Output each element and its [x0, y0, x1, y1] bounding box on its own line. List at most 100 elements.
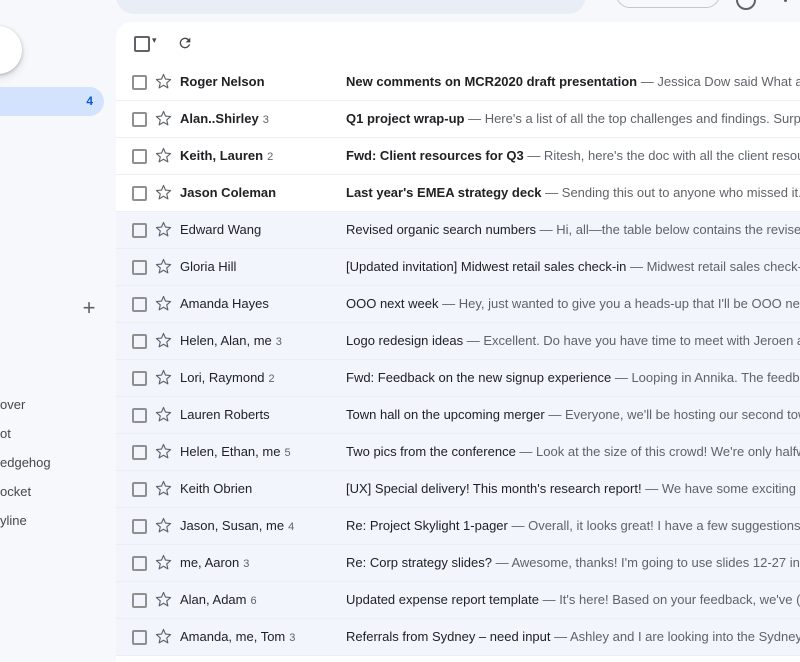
- star-icon[interactable]: [155, 628, 172, 645]
- email-content: Fwd: Client resources for Q3 — Ritesh, h…: [346, 148, 800, 163]
- star-icon[interactable]: [155, 110, 172, 127]
- star-icon[interactable]: [155, 406, 172, 423]
- email-content: Referrals from Sydney – need input — Ash…: [346, 629, 800, 644]
- star-icon[interactable]: [155, 73, 172, 90]
- email-row[interactable]: me, Aaron3Re: Corp strategy slides? — Aw…: [116, 545, 800, 582]
- email-subject: Two pics from the conference: [346, 444, 516, 459]
- label-item[interactable]: edgehog: [0, 455, 51, 470]
- email-sender: Edward Wang: [180, 222, 340, 237]
- label-item[interactable]: ocket: [0, 484, 31, 499]
- email-row[interactable]: Amanda HayesOOO next week — Hey, just wa…: [116, 286, 800, 323]
- row-checkbox[interactable]: [132, 75, 147, 90]
- email-row[interactable]: Jason, Susan, me4Re: Project Skylight 1-…: [116, 508, 800, 545]
- star-icon[interactable]: [155, 369, 172, 386]
- compose-button[interactable]: [0, 26, 22, 74]
- search-bar[interactable]: [116, 0, 586, 14]
- star-icon[interactable]: [155, 517, 172, 534]
- settings-icon[interactable]: [784, 0, 787, 2]
- row-checkbox[interactable]: [132, 519, 147, 534]
- select-all-checkbox[interactable]: [134, 36, 150, 52]
- email-snippet: — Awesome, thanks! I'm going to use slid…: [492, 555, 800, 570]
- sender-name: Helen, Alan, me: [180, 333, 272, 348]
- status-button[interactable]: [616, 0, 720, 8]
- star-icon[interactable]: [155, 258, 172, 275]
- select-menu-chevron-icon[interactable]: ▾: [152, 35, 157, 46]
- email-row[interactable]: Keith Obrien[UX] Special delivery! This …: [116, 471, 800, 508]
- thread-count: 3: [263, 114, 269, 126]
- sidebar-item-inbox[interactable]: 4: [0, 87, 104, 116]
- email-sender: Lori, Raymond2: [180, 370, 340, 385]
- thread-count: 3: [289, 632, 295, 644]
- row-checkbox[interactable]: [132, 371, 147, 386]
- email-snippet: — Excellent. Do have you have time to me…: [463, 333, 800, 348]
- star-icon[interactable]: [155, 554, 172, 571]
- thread-count: 4: [288, 521, 294, 533]
- row-checkbox[interactable]: [132, 593, 147, 608]
- email-content: Last year's EMEA strategy deck — Sending…: [346, 185, 800, 200]
- add-label-icon[interactable]: +: [80, 299, 98, 317]
- star-icon[interactable]: [155, 591, 172, 608]
- email-content: Logo redesign ideas — Excellent. Do have…: [346, 333, 800, 348]
- label-item[interactable]: over: [0, 397, 25, 412]
- email-subject: Revised organic search numbers: [346, 222, 536, 237]
- email-snippet: — Everyone, we'll be hosting our second …: [545, 407, 800, 422]
- row-checkbox[interactable]: [132, 260, 147, 275]
- row-checkbox[interactable]: [132, 297, 147, 312]
- row-checkbox[interactable]: [132, 445, 147, 460]
- sender-name: Keith, Lauren: [180, 148, 263, 163]
- row-checkbox[interactable]: [132, 408, 147, 423]
- email-row[interactable]: Helen, Alan, me3Logo redesign ideas — Ex…: [116, 323, 800, 360]
- star-icon[interactable]: [155, 295, 172, 312]
- email-content: New comments on MCR2020 draft presentati…: [346, 74, 800, 89]
- email-row[interactable]: Lori, Raymond2 Fwd: Feedback on the new s…: [116, 360, 800, 397]
- thread-count: 6: [251, 595, 257, 607]
- inbox-unread-count: 4: [86, 94, 93, 108]
- email-row[interactable]: Jason ColemanLast year's EMEA strategy d…: [116, 175, 800, 212]
- label-item[interactable]: ot: [0, 426, 11, 441]
- star-icon[interactable]: [155, 480, 172, 497]
- label-item[interactable]: yline: [0, 513, 27, 528]
- row-checkbox[interactable]: [132, 223, 147, 238]
- star-icon[interactable]: [155, 443, 172, 460]
- email-sender: Lauren Roberts: [180, 407, 340, 422]
- email-row[interactable]: Keith, Lauren2Fwd: Client resources for …: [116, 138, 800, 175]
- row-checkbox[interactable]: [132, 334, 147, 349]
- email-row[interactable]: Roger NelsonNew comments on MCR2020 draf…: [116, 64, 800, 101]
- email-row[interactable]: Alan..Shirley3Q1 project wrap-up — Here'…: [116, 101, 800, 138]
- email-row[interactable]: Helen, Ethan, me5Two pics from the confe…: [116, 434, 800, 471]
- row-checkbox[interactable]: [132, 149, 147, 164]
- help-icon[interactable]: [736, 0, 756, 10]
- email-subject: Logo redesign ideas: [346, 333, 463, 348]
- star-icon[interactable]: [155, 221, 172, 238]
- star-icon[interactable]: [155, 332, 172, 349]
- email-snippet: — Ritesh, here's the doc with all the cl…: [524, 148, 800, 163]
- thread-count: 5: [284, 447, 290, 459]
- row-checkbox[interactable]: [132, 556, 147, 571]
- row-checkbox[interactable]: [132, 112, 147, 127]
- email-subject: Q1 project wrap-up: [346, 111, 468, 126]
- row-checkbox[interactable]: [132, 186, 147, 201]
- email-content: Re: Project Skylight 1-pager — Overall, …: [346, 518, 800, 533]
- sender-name: Lauren Roberts: [180, 407, 270, 422]
- row-checkbox[interactable]: [132, 482, 147, 497]
- email-row[interactable]: Alan, Adam6Updated expense report templa…: [116, 582, 800, 619]
- email-subject: [Updated invitation] Midwest retail sale…: [346, 259, 626, 274]
- mail-list-pane: ▾ Roger NelsonNew comments on MCR2020 dr…: [116, 22, 800, 662]
- email-snippet: — Looping in Annika. The feedbac: [611, 370, 800, 385]
- email-row[interactable]: Amanda, me, Tom3Referrals from Sydney – …: [116, 619, 800, 656]
- refresh-icon[interactable]: [177, 35, 193, 51]
- email-content: Fwd: Feedback on the new signup experien…: [346, 370, 800, 385]
- email-snippet: — Ashley and I are looking into the Sydn…: [551, 629, 800, 644]
- row-checkbox[interactable]: [132, 630, 147, 645]
- sender-name: Edward Wang: [180, 222, 261, 237]
- email-row[interactable]: Edward Wang Revised organic search number…: [116, 212, 800, 249]
- list-toolbar: ▾: [116, 22, 800, 65]
- star-icon[interactable]: [155, 184, 172, 201]
- sender-name: Lori, Raymond: [180, 370, 265, 385]
- email-snippet: — Sending this out to anyone who missed …: [542, 185, 800, 200]
- star-icon[interactable]: [155, 147, 172, 164]
- email-row[interactable]: Gloria Hill[Updated invitation] Midwest …: [116, 249, 800, 286]
- email-row[interactable]: Lauren RobertsTown hall on the upcoming …: [116, 397, 800, 434]
- email-snippet: — It's here! Based on your feedback, we'…: [539, 592, 800, 607]
- email-subject: OOO next week: [346, 296, 438, 311]
